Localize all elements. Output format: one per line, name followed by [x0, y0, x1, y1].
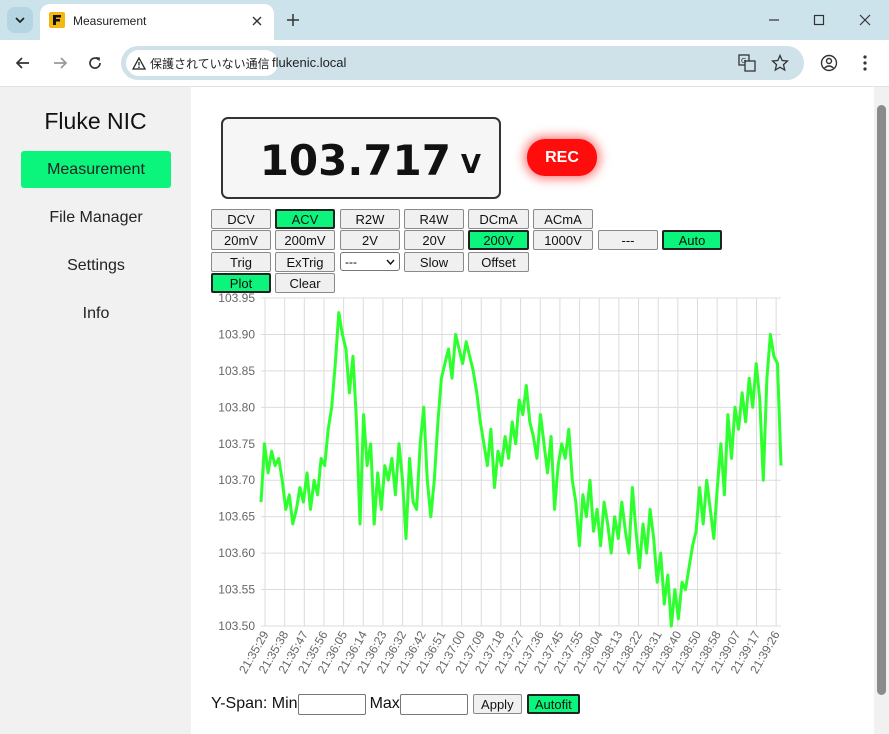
range-2v-button[interactable]: 2V: [340, 230, 400, 250]
measurement-panel: 103.717 V REC DCV ACV R2W R4W DCmA ACmA …: [191, 87, 874, 734]
browser-toolbar: 保護されていない通信 flukenic.local G: [0, 40, 889, 87]
address-bar[interactable]: 保護されていない通信 flukenic.local G: [121, 46, 804, 80]
range-200mv-button[interactable]: 200mV: [275, 230, 335, 250]
url-text[interactable]: flukenic.local: [272, 55, 346, 70]
slow-button[interactable]: Slow: [404, 252, 464, 272]
y-tick-label: 103.70: [218, 473, 255, 487]
svg-text:G: G: [741, 57, 746, 65]
sidebar: Fluke NIC Measurement File Manager Setti…: [0, 87, 191, 734]
yspan-min-input[interactable]: [297, 693, 366, 715]
y-tick-label: 103.95: [218, 291, 255, 305]
sidebar-item-measurement[interactable]: Measurement: [21, 151, 171, 188]
extrig-button[interactable]: ExTrig: [275, 252, 335, 272]
yspan-min-label: Y-Span: Min: [211, 695, 298, 712]
y-tick-label: 103.60: [218, 546, 255, 560]
yspan-max-input[interactable]: [399, 693, 468, 715]
r2w-button[interactable]: R2W: [340, 209, 400, 229]
y-tick-label: 103.85: [218, 364, 255, 378]
readout-value: 103.717: [259, 136, 451, 185]
range-200v-button[interactable]: 200V: [468, 230, 529, 250]
trig-button[interactable]: Trig: [211, 252, 271, 272]
range-none-button[interactable]: ---: [598, 230, 658, 250]
security-indicator[interactable]: 保護されていない通信: [126, 50, 278, 76]
acma-button[interactable]: ACmA: [533, 209, 593, 229]
trigger-select-value: ---: [345, 254, 357, 269]
y-tick-label: 103.90: [218, 327, 255, 341]
security-label: 保護されていない通信: [150, 56, 270, 71]
y-tick-label: 103.75: [218, 437, 255, 451]
trigger-select[interactable]: ---: [340, 252, 400, 271]
tab-strip: Measurement: [0, 0, 889, 40]
range-auto-button[interactable]: Auto: [662, 230, 722, 250]
warning-icon: [132, 56, 146, 70]
browser-tab[interactable]: Measurement: [40, 4, 274, 40]
readout-unit: V: [460, 150, 481, 180]
maximize-icon[interactable]: [805, 6, 833, 34]
dcma-button[interactable]: DCmA: [468, 209, 529, 229]
minimize-icon[interactable]: [760, 6, 788, 34]
tab-search-button[interactable]: [7, 7, 33, 33]
y-tick-label: 103.80: [218, 400, 255, 414]
scrollbar-thumb[interactable]: [877, 105, 886, 695]
yspan-max-label: Max: [369, 695, 400, 712]
forward-arrow-icon[interactable]: [47, 50, 73, 76]
measurement-chart: 103.95 103.90 103.85 103.80 103.75 103.70 103.…: [218, 291, 783, 676]
new-tab-icon[interactable]: [281, 8, 305, 32]
page-scrollbar[interactable]: [874, 87, 889, 734]
measurement-readout: 103.717 V: [221, 117, 501, 199]
reload-icon[interactable]: [82, 50, 108, 76]
sidebar-item-info[interactable]: Info: [21, 295, 171, 332]
y-tick-label: 103.55: [218, 583, 255, 597]
chevron-down-icon: [386, 259, 395, 265]
rec-button[interactable]: REC: [527, 139, 597, 176]
offset-button[interactable]: Offset: [468, 252, 529, 272]
translate-icon[interactable]: G: [735, 51, 759, 75]
yspan-controls: Y-Span: Min Max Apply Autofit: [211, 693, 580, 715]
y-tick-label: 103.65: [218, 510, 255, 524]
close-tab-icon[interactable]: [248, 12, 266, 30]
range-1000v-button[interactable]: 1000V: [533, 230, 593, 250]
close-window-icon[interactable]: [851, 6, 879, 34]
brand-title: Fluke NIC: [44, 108, 147, 134]
y-tick-label: 103.50: [218, 619, 255, 633]
dcv-button[interactable]: DCV: [211, 209, 271, 229]
sidebar-item-file-manager[interactable]: File Manager: [21, 199, 171, 236]
range-20v-button[interactable]: 20V: [404, 230, 464, 250]
tab-title: Measurement: [73, 14, 147, 28]
profile-icon[interactable]: [816, 50, 842, 76]
back-arrow-icon[interactable]: [10, 50, 36, 76]
r4w-button[interactable]: R4W: [404, 209, 464, 229]
bookmark-star-icon[interactable]: [768, 51, 792, 75]
range-20mv-button[interactable]: 20mV: [211, 230, 271, 250]
autofit-button[interactable]: Autofit: [526, 694, 580, 714]
apply-button[interactable]: Apply: [472, 694, 522, 714]
kebab-menu-icon[interactable]: [852, 50, 878, 76]
chevron-down-icon: [15, 17, 25, 24]
fluke-favicon-icon: [49, 12, 65, 28]
sidebar-item-settings[interactable]: Settings: [21, 247, 171, 284]
acv-button[interactable]: ACV: [275, 209, 335, 229]
